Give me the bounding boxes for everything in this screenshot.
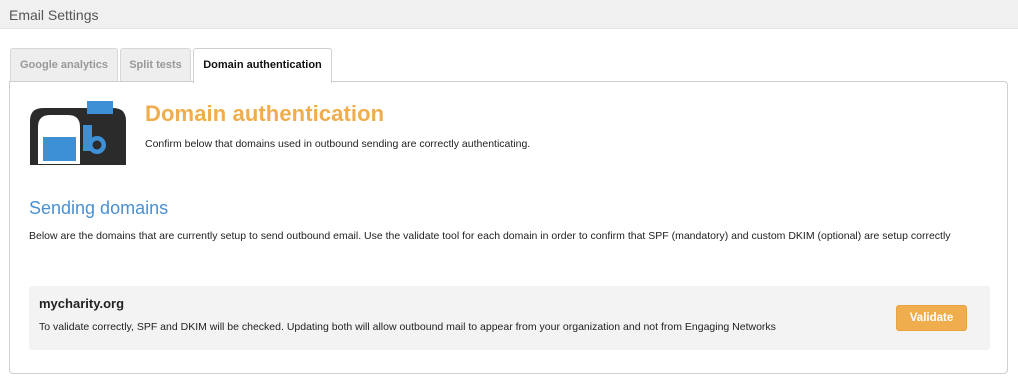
page-title: Email Settings <box>9 7 99 23</box>
mailbox-icon <box>30 101 126 165</box>
tab-google-analytics[interactable]: Google analytics <box>10 48 118 82</box>
validate-button[interactable]: Validate <box>896 305 967 331</box>
panel-subheading: Confirm below that domains used in outbo… <box>145 138 531 150</box>
section-title: Sending domains <box>29 198 169 218</box>
tab-split-tests[interactable]: Split tests <box>120 48 191 82</box>
page-header: Email Settings <box>0 0 1018 29</box>
domain-authentication-panel: Domain authentication Confirm below that… <box>9 81 1008 374</box>
domain-card: mycharity.org To validate correctly, SPF… <box>29 286 990 350</box>
domain-name: mycharity.org <box>39 296 125 311</box>
panel-heading: Domain authentication <box>145 101 385 126</box>
domain-note: To validate correctly, SPF and DKIM will… <box>39 321 776 333</box>
tab-domain-authentication[interactable]: Domain authentication <box>193 48 332 83</box>
section-description: Below are the domains that are currently… <box>29 230 951 242</box>
